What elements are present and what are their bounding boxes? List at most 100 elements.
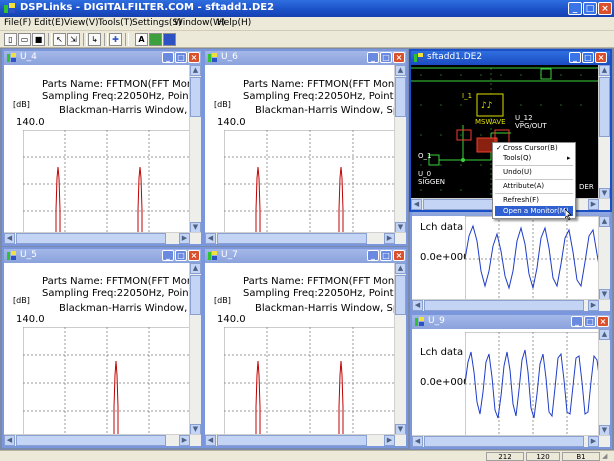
scroll-thumb[interactable] xyxy=(599,77,610,137)
scroll-left-icon[interactable]: ◀ xyxy=(411,199,422,210)
minimize-icon[interactable]: _ xyxy=(162,250,174,261)
wire-icon[interactable]: ⇲ xyxy=(67,33,80,46)
close-icon[interactable]: × xyxy=(393,250,405,261)
text-icon[interactable]: A xyxy=(135,33,148,46)
close-icon[interactable]: × xyxy=(188,250,200,261)
menu-attribute[interactable]: Attribute(A) xyxy=(503,182,544,190)
maximize-icon[interactable]: □ xyxy=(175,52,187,63)
scroll-right-icon[interactable]: ▶ xyxy=(179,435,190,446)
minimize-icon[interactable]: _ xyxy=(367,52,379,63)
menu-cross-cursor[interactable]: Cross Cursor(B) xyxy=(503,144,558,152)
fft-monitor-window[interactable]: U_5 _ □ × Parts Name: FFTMON(FFT Monitor… xyxy=(2,247,203,448)
scroll-left-icon[interactable]: ◀ xyxy=(205,435,216,446)
scroll-thumb[interactable] xyxy=(424,436,584,447)
scroll-up-icon[interactable]: ▲ xyxy=(190,263,201,274)
menu-help[interactable]: Help(H) xyxy=(217,18,251,28)
menu-view[interactable]: View(V) xyxy=(64,18,99,28)
scroll-left-icon[interactable]: ◀ xyxy=(412,436,423,447)
scroll-left-icon[interactable]: ◀ xyxy=(4,233,15,244)
scroll-up-icon[interactable]: ▲ xyxy=(599,329,610,340)
scroll-up-icon[interactable]: ▲ xyxy=(190,65,201,76)
menu-tools[interactable]: Tools(Q) xyxy=(503,154,531,162)
menu-refresh[interactable]: Refresh(F) xyxy=(503,196,539,204)
window-icon[interactable] xyxy=(163,33,176,46)
minimize-icon[interactable]: _ xyxy=(569,52,581,63)
window-title-bar[interactable]: U_9 _ □ × xyxy=(412,315,610,329)
vertical-scrollbar[interactable]: ▲ ▼ xyxy=(189,263,201,435)
horizontal-scrollbar[interactable]: ◀ ▶ xyxy=(205,232,406,244)
vertical-scrollbar[interactable]: ▲ ▼ xyxy=(598,329,610,436)
horizontal-scrollbar[interactable]: ◀ ▶ xyxy=(412,299,610,311)
horizontal-scrollbar[interactable]: ◀ ▶ xyxy=(4,434,201,446)
app-title-bar[interactable]: DSPLinks - DIGITALFILTER.COM - sftadd1.D… xyxy=(0,0,614,17)
fft-monitor-window[interactable]: U_7 _ □ × Parts Name: FFTMON(FFT Monitor… xyxy=(203,247,408,448)
open-icon[interactable]: ▭ xyxy=(18,33,31,46)
scroll-thumb[interactable] xyxy=(16,233,166,244)
pointer-icon[interactable]: ↖ xyxy=(53,33,66,46)
menu-undo[interactable]: Undo(U) xyxy=(503,168,532,176)
window-title-bar[interactable]: U_7 _ □ × xyxy=(205,249,406,263)
menu-file[interactable]: File(F) xyxy=(4,18,31,28)
scroll-thumb[interactable] xyxy=(395,77,406,117)
maximize-icon[interactable]: □ xyxy=(583,2,597,15)
net-icon[interactable]: ↳ xyxy=(88,33,101,46)
close-icon[interactable]: × xyxy=(595,52,607,63)
vertical-scrollbar[interactable]: ▲ ▼ xyxy=(598,216,610,300)
horizontal-scrollbar[interactable]: ◀ ▶ xyxy=(412,435,610,447)
fft-monitor-window[interactable]: U_6 _ □ × Parts Name: FFTMON(FFT Monitor… xyxy=(203,49,408,246)
scroll-right-icon[interactable]: ▶ xyxy=(384,233,395,244)
minimize-icon[interactable]: _ xyxy=(571,316,583,327)
zoom-icon[interactable]: ✚ xyxy=(109,33,122,46)
maximize-icon[interactable]: □ xyxy=(582,52,594,63)
scroll-up-icon[interactable]: ▲ xyxy=(395,65,406,76)
maximize-icon[interactable]: □ xyxy=(584,316,596,327)
minimize-icon[interactable]: _ xyxy=(568,2,582,15)
scroll-thumb[interactable] xyxy=(217,233,367,244)
scroll-thumb[interactable] xyxy=(190,77,201,117)
vertical-scrollbar[interactable]: ▲ ▼ xyxy=(394,263,406,435)
window-title-bar[interactable]: sftadd1.DE2 _ □ × xyxy=(411,51,610,65)
scroll-thumb[interactable] xyxy=(16,435,166,446)
scroll-up-icon[interactable]: ▲ xyxy=(599,65,610,76)
scroll-left-icon[interactable]: ◀ xyxy=(412,300,423,311)
new-icon[interactable]: ▯ xyxy=(4,33,17,46)
vertical-scrollbar[interactable]: ▲ ▼ xyxy=(394,65,406,233)
menu-edit[interactable]: Edit(E) xyxy=(34,18,64,28)
scroll-right-icon[interactable]: ▶ xyxy=(588,300,599,311)
scroll-thumb[interactable] xyxy=(395,275,406,315)
image-icon[interactable] xyxy=(149,33,162,46)
window-title-bar[interactable]: U_6 _ □ × xyxy=(205,51,406,65)
scroll-thumb[interactable] xyxy=(424,300,584,311)
minimize-icon[interactable]: _ xyxy=(367,250,379,261)
close-icon[interactable]: × xyxy=(597,316,609,327)
scroll-up-icon[interactable]: ▲ xyxy=(599,216,610,227)
maximize-icon[interactable]: □ xyxy=(175,250,187,261)
scroll-right-icon[interactable]: ▶ xyxy=(384,435,395,446)
scroll-thumb[interactable] xyxy=(217,435,367,446)
close-icon[interactable]: × xyxy=(598,2,612,15)
menu-open-monitor[interactable]: Open a Monitor(M) xyxy=(503,207,569,215)
scroll-right-icon[interactable]: ▶ xyxy=(588,436,599,447)
save-icon[interactable]: ■ xyxy=(32,33,45,46)
fft-monitor-window[interactable]: U_4 _ □ × Parts Name: FFTMON(FFT Monitor… xyxy=(2,49,203,246)
scroll-thumb[interactable] xyxy=(190,275,201,315)
wave-monitor-window[interactable]: U_9 _ □ × Lch data 0.0e+000 ▲ ▼ ◀ ▶ xyxy=(410,313,612,449)
horizontal-scrollbar[interactable]: ◀ ▶ xyxy=(205,434,406,446)
scroll-left-icon[interactable]: ◀ xyxy=(205,233,216,244)
horizontal-scrollbar[interactable]: ◀ ▶ xyxy=(4,232,201,244)
minimize-icon[interactable]: _ xyxy=(162,52,174,63)
scroll-thumb[interactable] xyxy=(423,199,503,210)
window-title-bar[interactable]: U_5 _ □ × xyxy=(4,249,201,263)
resize-grip-icon[interactable]: ◢ xyxy=(602,452,612,461)
scroll-up-icon[interactable]: ▲ xyxy=(395,263,406,274)
window-title-bar[interactable]: U_4 _ □ × xyxy=(4,51,201,65)
maximize-icon[interactable]: □ xyxy=(380,250,392,261)
scroll-right-icon[interactable]: ▶ xyxy=(179,233,190,244)
maximize-icon[interactable]: □ xyxy=(380,52,392,63)
scroll-right-icon[interactable]: ▶ xyxy=(588,199,599,210)
scroll-left-icon[interactable]: ◀ xyxy=(4,435,15,446)
vertical-scrollbar[interactable]: ▲ ▼ xyxy=(598,65,610,199)
vertical-scrollbar[interactable]: ▲ ▼ xyxy=(189,65,201,233)
menu-tools[interactable]: Tools(T) xyxy=(98,18,133,28)
close-icon[interactable]: × xyxy=(393,52,405,63)
